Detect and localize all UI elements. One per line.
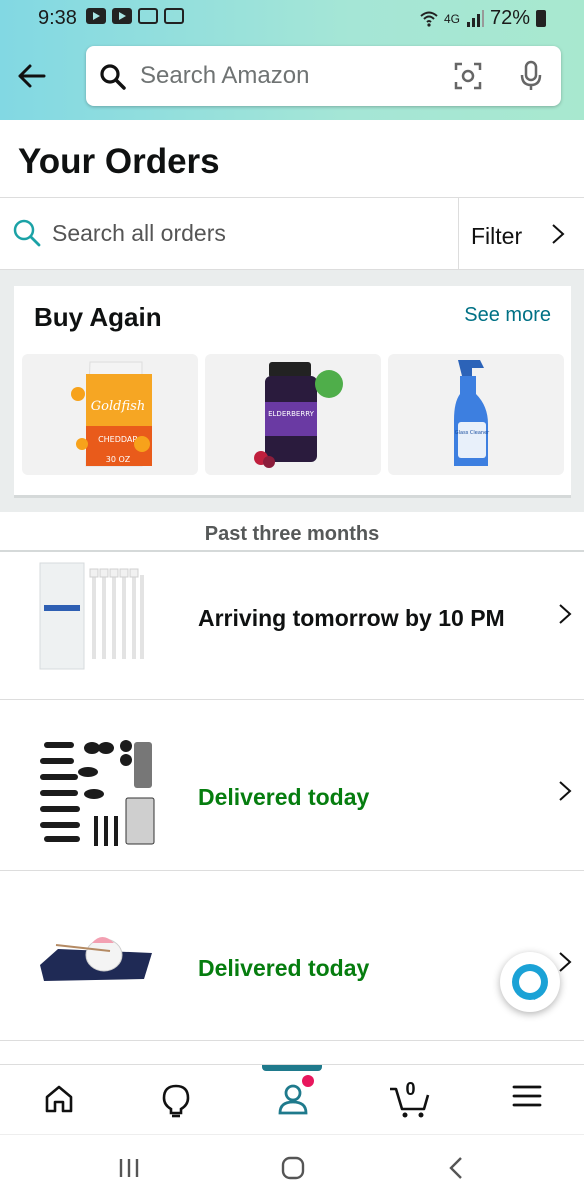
filter-label: Filter [471,223,523,249]
nav-home[interactable] [0,1065,117,1135]
incense-holder-icon [40,937,152,981]
home-button-icon[interactable] [281,1156,305,1180]
youtube-notification-icon-2 [112,8,132,24]
order-row[interactable]: Arriving tomorrow by 10 PM [0,553,584,700]
buy-again-item-glass-cleaner[interactable]: Glass Cleaner [388,354,564,475]
see-more-link[interactable]: See more [464,304,551,327]
chevron-right-icon [559,781,572,801]
svg-text:Goldfish: Goldfish [91,399,145,414]
order-status: Delivered today [198,784,370,810]
bottom-navigation: 0 [0,1064,584,1134]
buy-again-card: Buy Again See more Goldfish CHEDDAR 30 O… [14,286,571,498]
account-person-icon [278,1084,307,1115]
battery-icon [536,10,546,27]
hamburger-menu-icon [512,1085,541,1107]
back-arrow-icon[interactable] [14,58,50,94]
svg-text:30 OZ: 30 OZ [106,455,131,464]
svg-text:Glass Cleaner: Glass Cleaner [455,430,490,436]
calendar-notification-icon [164,8,184,24]
android-navigation-bar [0,1134,584,1200]
alexa-icon [512,964,548,1000]
filter-button[interactable]: Filter [458,198,584,270]
goldfish-carton-icon: Goldfish CHEDDAR 30 OZ [71,361,152,467]
nav-inspire[interactable] [117,1065,234,1135]
lightbulb-icon [162,1084,189,1118]
search-icon [100,64,126,90]
elderberry-bottle-icon: ELDERBERRY [254,362,343,468]
amazon-search-bar[interactable]: Search Amazon [86,46,561,106]
nav-account[interactable] [234,1065,351,1135]
chevron-right-icon [552,224,565,244]
network-type: 4G [443,11,460,26]
status-bar: 9:38 4G 72% [0,0,584,38]
order-search-row: Search all orders Filter [0,198,584,270]
buy-again-heading: Buy Again [34,302,162,332]
search-input[interactable]: Search Amazon [140,62,309,90]
page-title: Your Orders [18,142,220,181]
home-icon [45,1085,72,1113]
top-header: 9:38 4G 72% Search Amazon [0,0,584,120]
chevron-right-icon [559,952,572,972]
alexa-button[interactable] [500,952,560,1012]
svg-text:CHEDDAR: CHEDDAR [98,435,138,444]
wifi-icon [420,11,438,27]
order-status: Arriving tomorrow by 10 PM [198,605,505,631]
back-button-icon[interactable] [448,1156,464,1180]
battery-percent: 72% [489,7,530,29]
camera-lens-icon[interactable] [454,62,482,90]
kitchen-utensils-icon [40,740,155,846]
microphone-icon[interactable] [518,60,544,92]
buy-again-item-elderberry[interactable]: ELDERBERRY [205,354,381,475]
title-row: Your Orders [0,120,584,198]
spray-bottle-icon: Glass Cleaner [454,360,490,466]
order-status: Delivered today [198,955,370,981]
nav-menu[interactable] [468,1065,584,1135]
buy-again-item-goldfish[interactable]: Goldfish CHEDDAR 30 OZ [22,354,198,475]
past-three-months-label: Past three months [0,512,584,552]
youtube-notification-icon [86,8,106,24]
svg-text:ELDERBERRY: ELDERBERRY [268,410,315,418]
chevron-right-icon [559,604,572,624]
order-row[interactable]: Delivered today [0,700,584,871]
account-notification-dot [302,1075,314,1087]
cable-ties-icon [39,562,144,670]
status-time: 9:38 [38,7,77,29]
nav-cart[interactable]: 0 [351,1065,468,1135]
recent-apps-icon[interactable] [118,1157,140,1179]
order-row[interactable]: Delivered today [0,871,584,1041]
gallery-notification-icon [138,8,158,24]
signal-icon [466,9,484,27]
cart-count: 0 [405,1079,416,1099]
search-orders-input[interactable]: Search all orders [52,220,226,247]
search-orders-icon [13,219,41,247]
